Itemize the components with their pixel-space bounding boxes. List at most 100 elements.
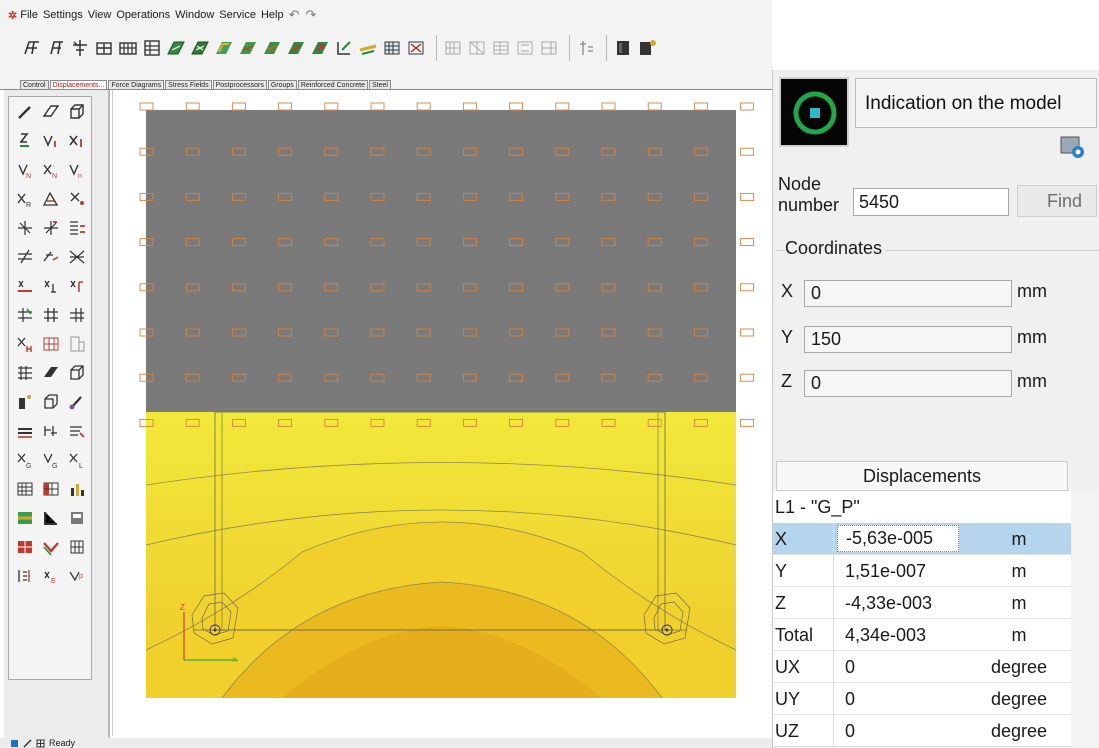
- stand-icon[interactable]: [13, 390, 37, 414]
- pencil-icon[interactable]: [13, 100, 37, 124]
- table-row[interactable]: UZ 0 degree: [773, 715, 1071, 747]
- tree-icon[interactable]: [39, 419, 63, 443]
- green-plate-icon[interactable]: [166, 37, 186, 59]
- frame-tool-icon[interactable]: [22, 37, 42, 59]
- grid-tool-icon[interactable]: [70, 37, 90, 59]
- hatch-grid-icon[interactable]: [13, 361, 37, 385]
- diag-grid-icon[interactable]: [13, 303, 37, 327]
- table-scroll-area[interactable]: [1071, 491, 1099, 748]
- box-icon[interactable]: [65, 100, 89, 124]
- hash-icon[interactable]: [39, 303, 63, 327]
- table-row[interactable]: X -5,63e-005 m: [773, 523, 1071, 555]
- triangle-mesh-icon[interactable]: [65, 245, 89, 269]
- plate-grid-icon[interactable]: [94, 37, 114, 59]
- mesh-faded-icon[interactable]: [443, 37, 463, 59]
- sigma-icon[interactable]: [13, 564, 37, 588]
- red-grid-icon[interactable]: [406, 37, 426, 59]
- book-icon[interactable]: [613, 37, 633, 59]
- menu-operations[interactable]: Operations: [116, 9, 170, 21]
- cross-red-icon[interactable]: [39, 216, 63, 240]
- table-row[interactable]: UX 0 degree: [773, 651, 1071, 683]
- tree-table-icon[interactable]: [65, 506, 89, 530]
- menu-help[interactable]: Help: [261, 9, 284, 21]
- coord-y-field[interactable]: 150: [804, 326, 1012, 353]
- force-z-icon[interactable]: [13, 129, 37, 153]
- eraser-icon[interactable]: [39, 100, 63, 124]
- stack-icon[interactable]: [65, 216, 89, 240]
- cross-icon[interactable]: [13, 216, 37, 240]
- eraser-dark-icon[interactable]: [39, 361, 63, 385]
- green-plate-2-icon[interactable]: [190, 37, 210, 59]
- layers-icon[interactable]: [13, 419, 37, 443]
- vg-icon[interactable]: G: [39, 448, 63, 472]
- sparkle-icon[interactable]: [65, 187, 89, 211]
- hash-alt-icon[interactable]: [65, 303, 89, 327]
- el-icon[interactable]: E: [39, 564, 63, 588]
- coord-x-field[interactable]: 0: [804, 280, 1012, 307]
- menu-service[interactable]: Service: [219, 9, 256, 21]
- script-icon[interactable]: p: [65, 564, 89, 588]
- tabular-icon[interactable]: [13, 535, 37, 559]
- bar-chart-icon[interactable]: [65, 477, 89, 501]
- cursor-status-icon[interactable]: [23, 738, 32, 748]
- rebar-icon[interactable]: [65, 419, 89, 443]
- hazard-icon[interactable]: [39, 535, 63, 559]
- ruler-icon[interactable]: [39, 506, 63, 530]
- undo-icon[interactable]: ↶: [289, 7, 300, 23]
- mesh-faded-4-icon[interactable]: [515, 37, 535, 59]
- node-indication-icon[interactable]: [779, 77, 849, 147]
- force-vn-icon[interactable]: n: [65, 158, 89, 182]
- home-status-icon[interactable]: [10, 739, 19, 748]
- force-n-icon[interactable]: N: [13, 158, 37, 182]
- panel-settings-icon[interactable]: [1053, 130, 1093, 166]
- table-icon[interactable]: [13, 477, 37, 501]
- building-icon[interactable]: [65, 332, 89, 356]
- force-xn-icon[interactable]: N: [39, 158, 63, 182]
- frame-box-icon[interactable]: [39, 390, 63, 414]
- hatched-plate-icon[interactable]: [238, 37, 258, 59]
- coord-z-field[interactable]: 0: [804, 370, 1012, 397]
- colored-plate-icon[interactable]: [214, 37, 234, 59]
- plate-red-arrow-2-icon[interactable]: [310, 37, 330, 59]
- menu-window[interactable]: Window: [175, 9, 214, 21]
- vertical-tool-icon[interactable]: [576, 37, 596, 59]
- displacements-header[interactable]: Displacements: [776, 461, 1068, 491]
- mesh-faded-2-icon[interactable]: [467, 37, 487, 59]
- model-canvas[interactable]: Z X: [112, 90, 772, 736]
- table-row[interactable]: Y 1,51e-007 m: [773, 555, 1071, 587]
- pressure-icon[interactable]: [39, 187, 63, 211]
- load-case-row[interactable]: L1 - "G_P": [773, 491, 1071, 523]
- grid-red-icon[interactable]: [39, 332, 63, 356]
- book-info-icon[interactable]: [637, 37, 657, 59]
- table-row[interactable]: UY 0 degree: [773, 683, 1071, 715]
- node-number-input[interactable]: 5450: [853, 188, 1009, 216]
- table-row[interactable]: Z -4,33e-003 m: [773, 587, 1071, 619]
- xh-icon[interactable]: [13, 332, 37, 356]
- fragment-icon[interactable]: [142, 37, 162, 59]
- angled-red-icon[interactable]: [39, 245, 63, 269]
- f-force-icon[interactable]: [65, 274, 89, 298]
- m-force-icon[interactable]: [13, 274, 37, 298]
- table-red-icon[interactable]: [39, 477, 63, 501]
- force-xi-icon[interactable]: [65, 129, 89, 153]
- sum-grid-icon[interactable]: [65, 535, 89, 559]
- mesh-faded-3-icon[interactable]: [491, 37, 511, 59]
- up-force-icon[interactable]: [39, 274, 63, 298]
- hatched-plate-2-icon[interactable]: [262, 37, 282, 59]
- frame-alt-tool-icon[interactable]: [46, 37, 66, 59]
- xl-icon[interactable]: L: [65, 448, 89, 472]
- indication-on-model-button[interactable]: Indication on the model: [855, 78, 1097, 128]
- force-r-icon[interactable]: R: [13, 187, 37, 211]
- support-icon[interactable]: [334, 37, 354, 59]
- menu-file[interactable]: File: [20, 9, 38, 21]
- force-vi-icon[interactable]: [39, 129, 63, 153]
- model-viewport[interactable]: Z X: [112, 90, 772, 736]
- xg-icon[interactable]: G: [13, 448, 37, 472]
- mesh-grid-icon[interactable]: [118, 37, 138, 59]
- colored-grid-icon[interactable]: [382, 37, 402, 59]
- menu-settings[interactable]: Settings: [43, 9, 83, 21]
- mesh-faded-5-icon[interactable]: [539, 37, 559, 59]
- slash-hatch-icon[interactable]: [13, 245, 37, 269]
- plate-red-arrow-icon[interactable]: [286, 37, 306, 59]
- find-button[interactable]: Find: [1017, 185, 1097, 217]
